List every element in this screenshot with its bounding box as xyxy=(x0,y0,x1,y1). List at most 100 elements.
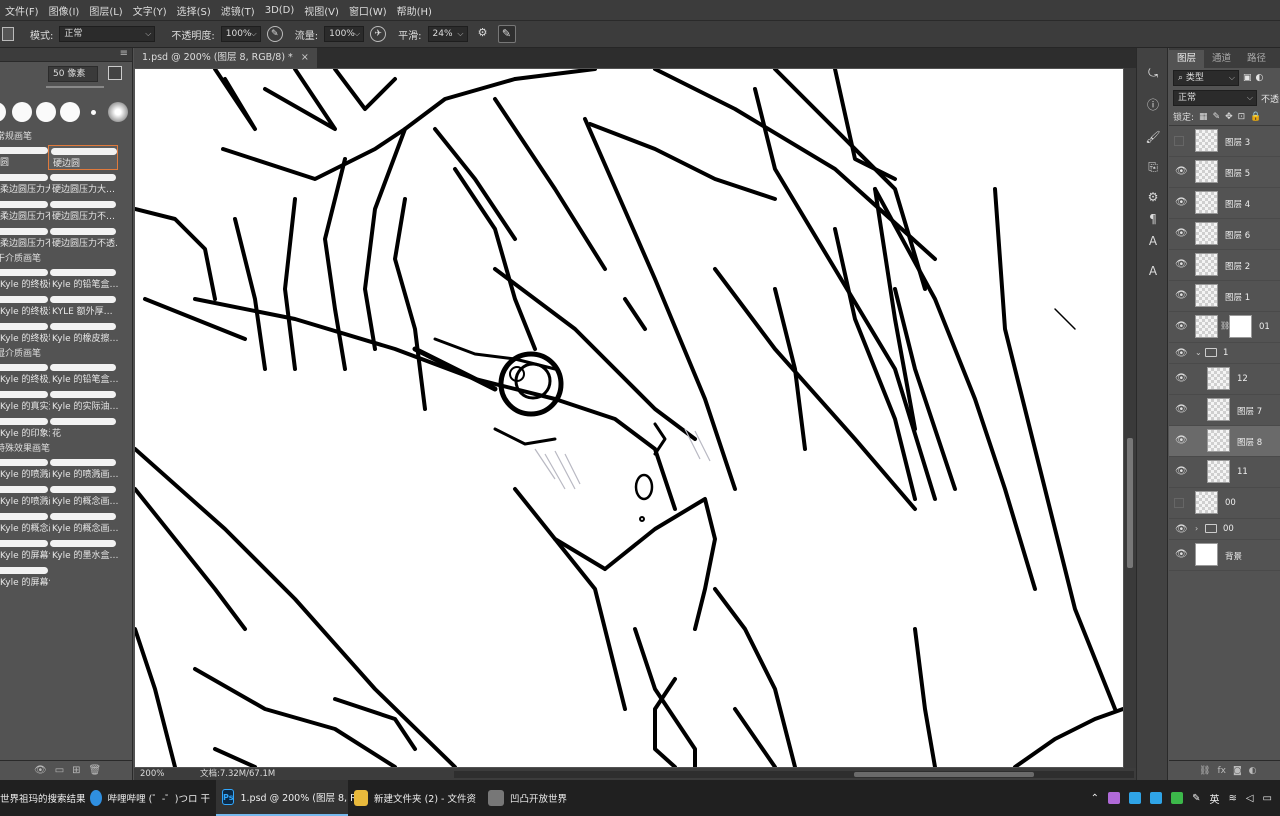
layer-row[interactable]: 👁 图层 4 xyxy=(1169,188,1280,219)
layer-row[interactable]: 👁 图层 7 xyxy=(1169,395,1280,426)
eye-icon[interactable]: 👁 xyxy=(1175,259,1188,270)
clone-source-icon[interactable]: ⎘ xyxy=(1144,158,1162,176)
adjustment-filter-icon[interactable]: ◐ xyxy=(1256,73,1264,83)
layer-row[interactable]: 图层 3 xyxy=(1169,126,1280,157)
layer-thumbnail[interactable] xyxy=(1195,491,1218,514)
menu-item[interactable]: 帮助(H) xyxy=(392,3,437,18)
menu-item[interactable]: 文件(F) xyxy=(0,3,44,18)
layer-row[interactable]: 👁 12 xyxy=(1169,364,1280,395)
layer-thumbnail[interactable] xyxy=(1207,429,1230,452)
brush-preset[interactable]: Kyle 的概念画… xyxy=(48,484,118,509)
paragraph-icon[interactable]: ¶ xyxy=(1144,210,1162,228)
layer-thumbnail[interactable] xyxy=(1195,253,1218,276)
taskbar-item[interactable]: 凹凸开放世界 xyxy=(482,780,573,816)
eye-icon[interactable]: 👁 xyxy=(1175,373,1188,384)
layer-row[interactable]: 👁 ⌄ 1 xyxy=(1169,343,1280,364)
character-icon[interactable]: A xyxy=(1144,232,1162,250)
brush-preset[interactable]: Kyle 的屏幕色… xyxy=(0,538,50,563)
wechat-icon[interactable] xyxy=(1171,792,1184,804)
brush-settings-icon[interactable] xyxy=(108,66,122,80)
brush-preset[interactable]: Kyle 的墨水盒… xyxy=(48,538,118,563)
battery-icon[interactable]: ▭ xyxy=(1263,793,1272,804)
taskbar-item[interactable]: 哔哩哔哩 (゜-゜)つロ 干 xyxy=(84,780,216,816)
lock-transparent-icon[interactable]: ▦ xyxy=(1199,112,1208,122)
chevron-up-icon[interactable]: ⌃ xyxy=(1091,793,1099,804)
image-filter-icon[interactable]: ▣ xyxy=(1243,73,1252,83)
layer-row[interactable]: 👁 11 xyxy=(1169,457,1280,488)
brush-preset[interactable]: Kyle 的真实油… xyxy=(0,389,50,414)
layer-thumbnail[interactable] xyxy=(1207,398,1230,421)
layer-thumbnail[interactable] xyxy=(1195,315,1218,338)
brush-preset[interactable]: Kyle 的喷溅画… xyxy=(0,484,50,509)
brush-settings-icon[interactable]: ⚙ xyxy=(1144,188,1162,206)
glyphs-icon[interactable]: A xyxy=(1144,262,1162,280)
tray-app-icon[interactable] xyxy=(1108,792,1121,804)
brush-preset[interactable]: 圆 xyxy=(0,145,50,170)
brush-preset[interactable]: 硬边圆 xyxy=(48,145,118,170)
eye-icon[interactable]: 👁 xyxy=(1175,348,1188,359)
brush-preset[interactable]: 花 xyxy=(48,416,118,441)
brush-preset[interactable]: 柔边圆压力不透明度 xyxy=(0,226,50,251)
layer-thumbnail[interactable] xyxy=(1195,284,1218,307)
layers-tab[interactable]: 路径 xyxy=(1239,50,1274,68)
recent-brush[interactable] xyxy=(0,102,6,122)
layer-thumbnail[interactable] xyxy=(1195,160,1218,183)
adjustment-layer-icon[interactable]: ◐ xyxy=(1249,766,1257,776)
airbrush-icon[interactable]: ✈ xyxy=(370,26,387,42)
layer-row[interactable]: 👁 图层 8 xyxy=(1169,426,1280,457)
document-tab[interactable]: 1.psd @ 200% (图层 8, RGB/8) * × xyxy=(134,48,317,68)
layer-filter-dropdown[interactable]: ⌕ 类型 ⌵ xyxy=(1173,70,1239,86)
layer-thumbnail[interactable] xyxy=(1207,460,1230,483)
layer-row[interactable]: 👁 图层 6 xyxy=(1169,219,1280,250)
pen-icon[interactable]: ✎ xyxy=(1192,793,1200,804)
recent-brush[interactable] xyxy=(12,102,32,122)
brush-preset[interactable]: KYLE 额外厚… xyxy=(48,294,118,319)
eye-icon[interactable]: 👁 xyxy=(1175,549,1188,560)
taskbar-item[interactable]: 世界祖玛的搜索结果 xyxy=(0,780,86,816)
brush-preset[interactable]: Kyle 的喷溅画… xyxy=(0,457,50,482)
eye-icon[interactable]: 👁 xyxy=(1175,466,1188,477)
brush-preset[interactable]: Kyle 的实际油… xyxy=(48,389,118,414)
canvas-area[interactable] xyxy=(134,68,1124,768)
eye-icon[interactable]: 👁 xyxy=(1175,321,1188,332)
brush-preset[interactable]: Kyle 的喷溅画… xyxy=(48,457,118,482)
recent-brush[interactable] xyxy=(91,110,96,115)
menu-item[interactable]: 视图(V) xyxy=(299,3,344,18)
brush-preset[interactable]: 硬边圆压力不透… xyxy=(48,226,118,251)
brush-size-slider[interactable] xyxy=(46,86,104,88)
visibility-toggle[interactable] xyxy=(1174,498,1184,508)
pressure-size-icon[interactable]: ✎ xyxy=(497,25,516,43)
layer-thumbnail[interactable] xyxy=(1195,543,1218,566)
menu-item[interactable]: 选择(S) xyxy=(172,3,216,18)
eye-icon[interactable]: 👁 xyxy=(1175,197,1188,208)
volume-icon[interactable]: ◁ xyxy=(1246,793,1254,804)
brush-preset[interactable]: Kyle 的终极上… xyxy=(0,362,50,387)
brush-group-header[interactable]: 常规画笔 xyxy=(0,130,132,144)
wifi-icon[interactable]: ≋ xyxy=(1228,793,1236,804)
layer-thumbnail[interactable] xyxy=(1195,222,1218,245)
brush-preset[interactable]: Kyle 的概念画… xyxy=(0,511,50,536)
menu-item[interactable]: 图层(L) xyxy=(84,3,127,18)
lock-artboard-icon[interactable]: ⊡ xyxy=(1238,112,1246,122)
brush-preset[interactable]: Kyle 的铅笔盒… xyxy=(48,267,118,292)
lock-pixels-icon[interactable]: ✎ xyxy=(1213,112,1221,122)
brush-preset[interactable]: 柔边圆压力大… xyxy=(0,172,50,197)
eye-icon[interactable]: 👁 xyxy=(1175,290,1188,301)
blend-mode-dropdown[interactable]: 正常 ⌵ xyxy=(1173,90,1257,106)
brush-preset[interactable]: 柔边圆压力不… xyxy=(0,199,50,224)
menu-item[interactable]: 图像(I) xyxy=(44,3,85,18)
layers-tab[interactable]: 通道 xyxy=(1204,50,1239,68)
taskbar-item[interactable]: Ps 1.psd @ 200% (图层 8, R xyxy=(216,780,357,816)
mode-dropdown[interactable]: 正常 ⌵ xyxy=(59,26,156,42)
scroll-thumb[interactable] xyxy=(854,772,1034,777)
flow-field[interactable]: 100% ⌵ xyxy=(324,26,365,42)
opacity-field[interactable]: 100% ⌵ xyxy=(220,26,261,42)
menu-item[interactable]: 滤镜(T) xyxy=(216,3,260,18)
layer-row[interactable]: 👁 图层 2 xyxy=(1169,250,1280,281)
lock-all-icon[interactable]: 🔒 xyxy=(1250,112,1261,122)
link-layers-icon[interactable]: ⛓ xyxy=(1199,766,1210,776)
brush-preset[interactable]: Kyle 的终极硬… xyxy=(0,267,50,292)
canvas[interactable] xyxy=(134,68,1124,768)
chevron-down-icon[interactable]: ⌄ xyxy=(1195,348,1202,357)
horizontal-scrollbar[interactable] xyxy=(454,771,1134,778)
